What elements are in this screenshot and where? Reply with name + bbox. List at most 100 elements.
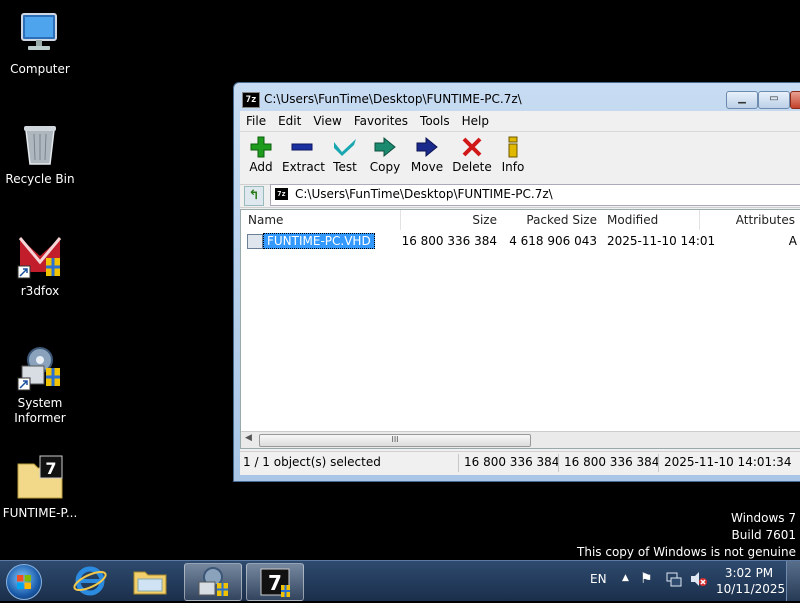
move-label: Move bbox=[410, 160, 444, 174]
folder-icon bbox=[133, 571, 167, 595]
copy-button[interactable]: Copy bbox=[368, 136, 402, 174]
desktop-icon-system-informer[interactable]: System Informer bbox=[0, 344, 80, 426]
add-button[interactable]: Add bbox=[244, 136, 278, 174]
computer-icon bbox=[16, 10, 64, 58]
menu-tools[interactable]: Tools bbox=[414, 111, 456, 129]
desktop-icon-label: FUNTIME-P... bbox=[2, 506, 78, 520]
plus-icon bbox=[244, 136, 278, 160]
window-content: File Edit View Favorites Tools Help Add Extra… bbox=[240, 111, 800, 475]
test-button[interactable]: Test bbox=[328, 136, 362, 174]
clock[interactable]: 3:02 PM 10/11/2025 bbox=[716, 565, 785, 597]
extract-label: Extract bbox=[282, 160, 325, 174]
move-arrow-icon bbox=[410, 136, 444, 160]
status-packed-size: 16 800 336 384 bbox=[564, 455, 660, 469]
desktop-icon-recycle-bin[interactable]: Recycle Bin bbox=[0, 120, 80, 187]
delete-button[interactable]: Delete bbox=[452, 136, 492, 174]
internet-explorer-icon bbox=[73, 566, 107, 596]
watermark-genuine: This copy of Windows is not genuine bbox=[577, 545, 796, 559]
svg-text:7: 7 bbox=[268, 571, 282, 595]
windows-watermark: Windows 7 Build 7601 This copy of Window… bbox=[577, 510, 796, 561]
info-label: Info bbox=[501, 160, 525, 174]
desktop-icon-computer[interactable]: Computer bbox=[0, 10, 80, 77]
taskbar-internet-explorer[interactable] bbox=[62, 563, 118, 599]
info-icon bbox=[498, 136, 528, 160]
window-title: C:\Users\FunTime\Desktop\FUNTIME-PC.7z\ bbox=[264, 92, 522, 106]
action-center-flag-icon[interactable]: ⚑ bbox=[640, 571, 653, 587]
start-button[interactable] bbox=[6, 564, 42, 600]
menu-favorites[interactable]: Favorites bbox=[348, 111, 414, 129]
language-indicator[interactable]: EN bbox=[590, 572, 607, 586]
status-modified: 2025-11-10 14:01:34 bbox=[664, 455, 792, 469]
7zip-icon: 7 bbox=[260, 568, 290, 597]
windows-logo-icon bbox=[17, 575, 31, 589]
copy-arrow-icon bbox=[368, 136, 402, 160]
address-path: C:\Users\FunTime\Desktop\FUNTIME-PC.7z\ bbox=[295, 187, 553, 201]
column-header-size[interactable]: Size bbox=[401, 210, 502, 230]
minus-icon bbox=[282, 136, 322, 160]
column-header-packed-size[interactable]: Packed Size bbox=[501, 210, 602, 230]
extract-button[interactable]: Extract bbox=[282, 136, 325, 174]
status-bar: 1 / 1 object(s) selected 16 800 336 384 … bbox=[240, 451, 800, 474]
file-attributes: A bbox=[788, 234, 797, 248]
delete-x-icon bbox=[452, 136, 492, 160]
add-label: Add bbox=[249, 160, 273, 174]
system-informer-icon bbox=[16, 344, 64, 392]
desktop-icon-label: Computer bbox=[10, 62, 70, 76]
file-packed-size: 4 618 906 043 bbox=[509, 234, 597, 248]
copy-label: Copy bbox=[369, 160, 401, 174]
minimize-button[interactable]: ▁ bbox=[726, 91, 758, 109]
system-informer-icon bbox=[198, 567, 228, 596]
maximize-button[interactable]: ▭ bbox=[758, 91, 790, 109]
clock-time: 3:02 PM bbox=[724, 566, 774, 580]
address-bar: ↰ 7z C:\Users\FunTime\Desktop\FUNTIME-PC… bbox=[240, 183, 800, 208]
file-name: FUNTIME-PC.VHD bbox=[263, 233, 375, 249]
menu-view[interactable]: View bbox=[307, 111, 347, 129]
column-header-modified[interactable]: Modified bbox=[601, 210, 700, 230]
taskbar-7zip[interactable]: 7 bbox=[246, 563, 304, 601]
column-header-name[interactable]: Name bbox=[241, 210, 401, 230]
desktop-icon-funtime-pc[interactable]: 7 FUNTIME-P... bbox=[0, 454, 80, 521]
watermark-os: Windows 7 bbox=[730, 511, 796, 525]
volume-muted-icon[interactable] bbox=[690, 571, 708, 590]
move-button[interactable]: Move bbox=[410, 136, 444, 174]
column-header-attributes[interactable]: Attributes bbox=[703, 210, 799, 230]
show-hidden-icons-button[interactable]: ▲ bbox=[622, 573, 629, 583]
address-field[interactable]: 7z C:\Users\FunTime\Desktop\FUNTIME-PC.7… bbox=[270, 184, 800, 206]
test-label: Test bbox=[333, 160, 357, 174]
scroll-left-icon[interactable]: ◀ bbox=[245, 433, 252, 443]
desktop-icon-label: r3dfox bbox=[20, 284, 60, 298]
7zip-file-manager-window[interactable]: 7z C:\Users\FunTime\Desktop\FUNTIME-PC.7… bbox=[233, 82, 800, 482]
7z-archive-icon: 7 bbox=[16, 454, 64, 502]
file-list[interactable]: Name Size Packed Size Modified Attribute… bbox=[240, 209, 800, 449]
status-selection: 1 / 1 object(s) selected bbox=[243, 455, 381, 469]
info-button[interactable]: Info bbox=[498, 136, 528, 174]
status-size: 16 800 336 384 bbox=[464, 455, 560, 469]
taskbar-system-informer[interactable] bbox=[184, 563, 242, 601]
7zip-app-icon: 7z bbox=[242, 92, 260, 108]
scroll-thumb[interactable]: III bbox=[259, 434, 531, 447]
up-folder-button[interactable]: ↰ bbox=[244, 186, 264, 206]
menu-bar: File Edit View Favorites Tools Help bbox=[240, 111, 800, 132]
menu-edit[interactable]: Edit bbox=[272, 111, 307, 129]
delete-label: Delete bbox=[452, 160, 492, 174]
recycle-bin-icon bbox=[16, 120, 64, 168]
menu-file[interactable]: File bbox=[240, 111, 272, 129]
show-desktop-button[interactable] bbox=[786, 561, 800, 601]
up-arrow-icon: ↰ bbox=[248, 188, 260, 203]
svg-text:7: 7 bbox=[45, 459, 56, 478]
r3dfox-icon bbox=[16, 232, 64, 280]
check-icon bbox=[328, 136, 362, 160]
taskbar: 7 EN ▲ ⚑ 3:02 PM 10/11/2025 bbox=[0, 560, 800, 601]
menu-help[interactable]: Help bbox=[456, 111, 495, 129]
watermark-build: Build 7601 bbox=[731, 528, 796, 542]
close-button[interactable]: ✕ bbox=[790, 91, 800, 109]
vhd-file-icon bbox=[247, 234, 263, 249]
horizontal-scrollbar[interactable]: ◀ III bbox=[241, 431, 800, 448]
table-row[interactable]: FUNTIME-PC.VHD 16 800 336 384 4 618 906 … bbox=[241, 232, 800, 250]
file-size: 16 800 336 384 bbox=[401, 234, 497, 248]
desktop-icon-label: Recycle Bin bbox=[5, 172, 75, 186]
title-bar[interactable]: 7z C:\Users\FunTime\Desktop\FUNTIME-PC.7… bbox=[240, 89, 800, 109]
desktop-icon-r3dfox[interactable]: r3dfox bbox=[0, 232, 80, 299]
network-icon[interactable] bbox=[666, 570, 682, 591]
taskbar-file-explorer[interactable] bbox=[122, 563, 178, 599]
